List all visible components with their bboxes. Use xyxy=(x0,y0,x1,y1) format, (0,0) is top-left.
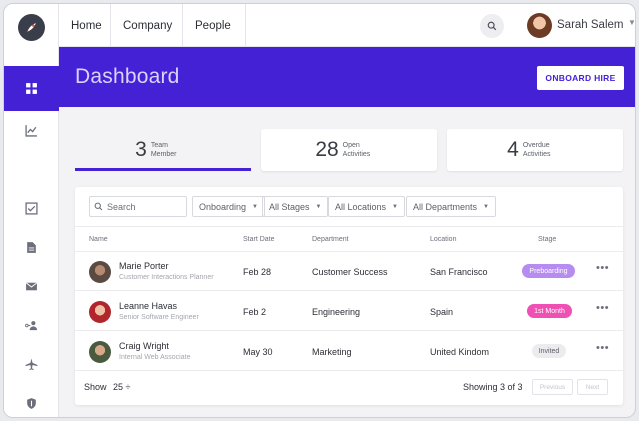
start-date: Feb 2 xyxy=(243,307,267,317)
next-button[interactable]: Next xyxy=(577,379,608,395)
person-role: Internal Web Associate xyxy=(119,354,191,361)
avatar xyxy=(89,341,111,363)
onboard-hire-button[interactable]: ONBOARD HIRE xyxy=(537,66,624,90)
more-options-icon[interactable]: ••• xyxy=(596,342,609,354)
table-row[interactable]: Marie Porter Customer Interactions Plann… xyxy=(75,252,623,291)
sidebar-item-security[interactable] xyxy=(4,389,59,417)
sidebar-item-tasks[interactable] xyxy=(4,194,59,222)
chevron-down-icon: ▼ xyxy=(483,203,489,210)
user-name[interactable]: Sarah Salem xyxy=(557,19,623,31)
stat-label: Open Activities xyxy=(342,142,371,158)
active-stat-indicator xyxy=(75,168,251,171)
top-nav: Home Company People Sarah Salem ▼ xyxy=(59,4,635,47)
table-footer: Show 25 ÷ Showing 3 of 3 Previous Next xyxy=(75,373,623,405)
mail-icon xyxy=(25,281,38,290)
stage-badge: Invited xyxy=(532,344,566,358)
chevron-down-icon[interactable]: ▼ xyxy=(628,18,635,27)
nav-home[interactable]: Home xyxy=(59,4,111,47)
sidebar xyxy=(4,4,59,417)
filter-onboarding[interactable]: Onboarding ▼ xyxy=(192,196,265,217)
sidebar-item-documents[interactable] xyxy=(4,233,59,261)
stat-value: 28 xyxy=(315,138,339,161)
location: Spain xyxy=(430,307,454,317)
dashboard-icon xyxy=(26,83,37,94)
person-name[interactable]: Marie Porter xyxy=(119,261,169,271)
table-row[interactable]: Craig Wright Internal Web Associate May … xyxy=(75,332,623,371)
airplane-icon xyxy=(25,358,38,370)
checkbox-icon xyxy=(25,201,38,215)
department: Marketing xyxy=(312,347,352,357)
filter-bar: Onboarding▼ All Stages▼ All Locations▼ A… xyxy=(75,187,623,227)
stat-label: Overdue Activities xyxy=(522,142,551,158)
more-options-icon[interactable]: ••• xyxy=(596,302,609,314)
sidebar-item-dashboard[interactable] xyxy=(4,66,59,111)
location: United Kindom xyxy=(430,347,490,357)
app-window: Home Company People Sarah Salem ▼ Dashbo… xyxy=(3,3,636,418)
filter-stages[interactable]: All Stages ▼ xyxy=(262,196,329,217)
sidebar-item-messages[interactable] xyxy=(4,272,59,300)
person-role: Senior Software Engineer xyxy=(119,314,199,321)
column-header-location[interactable]: Location xyxy=(430,236,456,243)
start-date: May 30 xyxy=(243,347,273,357)
table-row[interactable]: Leanne Havas Senior Software Engineer Fe… xyxy=(75,292,623,331)
result-count: Showing 3 of 3 xyxy=(463,382,523,392)
column-header-start-date[interactable]: Start Date xyxy=(243,236,275,243)
department: Customer Success xyxy=(312,267,388,277)
chevron-down-icon: ▼ xyxy=(392,203,398,210)
stat-value: 4 xyxy=(507,138,519,161)
search-icon xyxy=(487,21,497,31)
person-name[interactable]: Craig Wright xyxy=(119,341,169,351)
page-size-select[interactable]: 25 ÷ xyxy=(113,382,130,392)
stat-overdue-activities[interactable]: 4 Overdue Activities xyxy=(447,129,623,171)
sidebar-item-travel[interactable] xyxy=(4,350,59,378)
location: San Francisco xyxy=(430,267,488,277)
search-button[interactable] xyxy=(480,14,504,38)
stage-badge: 1st Month xyxy=(527,304,572,318)
person-key-icon xyxy=(25,320,38,330)
user-avatar[interactable] xyxy=(527,13,552,38)
column-header-name[interactable]: Name xyxy=(89,236,108,243)
stat-team-member[interactable]: 3 Team Member xyxy=(75,129,251,171)
stage-badge: Preboarding xyxy=(522,264,575,278)
person-name[interactable]: Leanne Havas xyxy=(119,301,177,311)
previous-button[interactable]: Previous xyxy=(532,379,573,395)
sidebar-item-access[interactable] xyxy=(4,311,59,339)
chart-icon xyxy=(25,124,37,137)
search-input[interactable] xyxy=(89,196,187,217)
column-header-department[interactable]: Department xyxy=(312,236,349,243)
document-icon xyxy=(27,241,36,253)
stat-label: Team Member xyxy=(150,142,177,158)
department: Engineering xyxy=(312,307,361,317)
page-size-label: Show xyxy=(84,382,107,392)
shield-icon xyxy=(27,397,36,409)
page-header: Dashboard ONBOARD HIRE xyxy=(59,47,635,107)
column-header-stage[interactable]: Stage xyxy=(538,236,556,243)
stat-open-activities[interactable]: 28 Open Activities xyxy=(261,129,437,171)
people-table-card: Onboarding▼ All Stages▼ All Locations▼ A… xyxy=(75,187,623,405)
chevron-down-icon: ▼ xyxy=(252,203,258,210)
avatar xyxy=(89,261,111,283)
person-role: Customer Interactions Planner xyxy=(119,274,214,281)
rocket-logo-icon[interactable] xyxy=(18,14,45,41)
filter-locations[interactable]: All Locations ▼ xyxy=(328,196,405,217)
chevron-down-icon: ▼ xyxy=(315,203,322,210)
start-date: Feb 28 xyxy=(243,267,272,277)
page-title: Dashboard xyxy=(75,65,180,88)
filter-departments[interactable]: All Departments ▼ xyxy=(406,196,496,217)
avatar xyxy=(89,301,111,323)
sidebar-item-reports[interactable] xyxy=(4,116,59,144)
more-options-icon[interactable]: ••• xyxy=(596,262,609,274)
search-icon xyxy=(94,202,103,211)
nav-company[interactable]: Company xyxy=(111,4,183,47)
stat-value: 3 xyxy=(135,138,147,161)
nav-people[interactable]: People xyxy=(183,4,246,47)
